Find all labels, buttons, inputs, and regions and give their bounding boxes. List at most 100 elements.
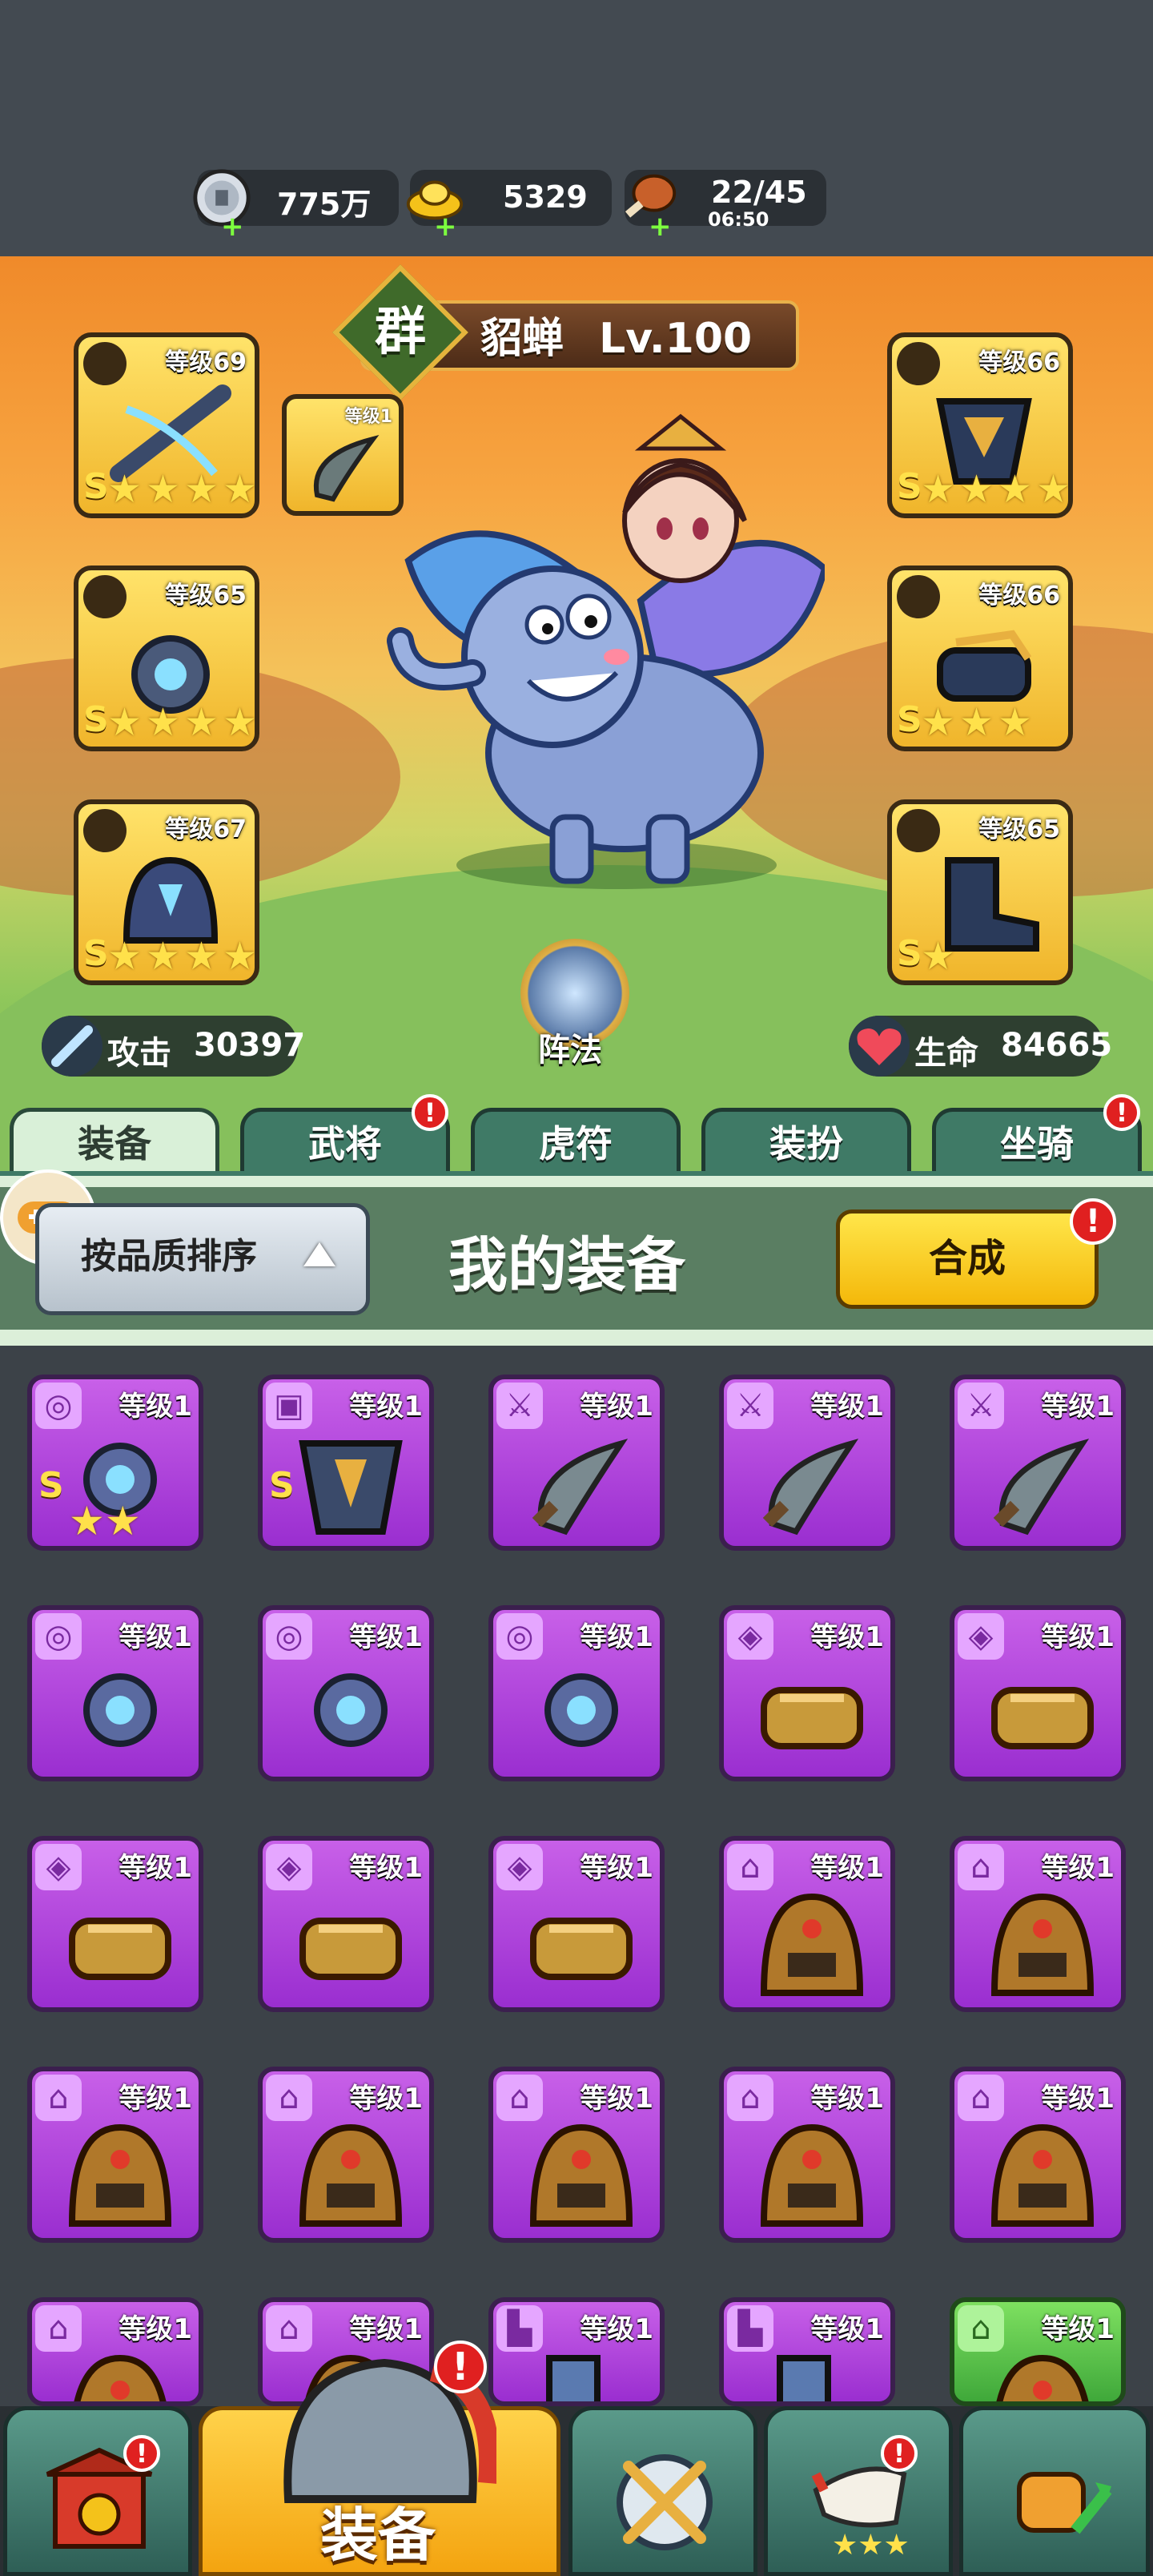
faction-label: 群 [375,303,426,362]
equip-slot-weapon[interactable]: 等级69 S ★ ★ ★ ★ [74,332,259,518]
item-level: 等级1 [349,1391,423,1423]
inventory-item-helmet[interactable]: ⌂ 等级1 [950,2067,1126,2243]
hero-name: 貂蝉 [480,315,564,363]
weapon-icon [762,1439,859,1536]
nav-equipment-label: 装备 [320,2502,436,2569]
star-rating: ★ [921,934,956,979]
inventory-item-helmet[interactable]: ⌂ 等级1 [488,2067,665,2243]
inventory-item-helmet[interactable]: ⌂ 等级1 [258,2067,434,2243]
star-rating: ★ ★ ★ ★ [921,467,1071,512]
nav-horn-button[interactable]: ★★★ [764,2406,953,2576]
inventory-item-helmet[interactable]: ⌂ 等级1 [950,2297,1126,2406]
crossed-swords-icon [617,2454,713,2550]
amulet-icon [544,1673,618,1747]
inventory-item-helmet[interactable]: ⌂ 等级1 [27,2297,203,2406]
equip-slot-helmet[interactable]: 等级67 S ★ ★ ★ ★ [74,799,259,985]
equip-slot-amulet[interactable]: 等级65 S ★ ★ ★ ★ [74,566,259,751]
slot-level: 等级66 [978,348,1060,376]
helmet-icon [996,2354,1089,2401]
merge-button[interactable]: 合成 [836,1210,1099,1309]
silver-value: 775万 [277,187,372,222]
resource-stamina[interactable]: + 22/45 06:50 [625,170,826,240]
bracer-icon [761,1687,863,1749]
inventory-item-amulet[interactable]: ◎ 等级1 S ★★ [27,1375,203,1551]
inventory-item-helmet[interactable]: ⌂ 等级1 [719,2067,895,2243]
hero-name-level: 貂蝉 Lv.100 [480,304,752,364]
horn-alert-icon: ! [881,2435,918,2472]
star-rating: ★ ★ ★ ★ [107,934,258,979]
equip-slot-secondary-weapon[interactable]: 等级1 [282,394,404,516]
helmet-icon [760,2123,864,2227]
item-level: 等级1 [1041,2083,1115,2115]
formation-label: 阵法 [538,1032,602,1069]
stamina-timer: 06:50 [708,208,769,231]
helmet-icon [529,2123,633,2227]
nav-battle-button[interactable] [568,2406,757,2576]
item-level: 等级1 [810,1391,884,1423]
add-stamina-icon[interactable]: + [649,213,673,240]
add-silver-icon[interactable]: + [221,213,245,240]
nav-upgrade-button[interactable] [959,2406,1150,2576]
add-gold-icon[interactable]: + [434,213,458,240]
inventory-item-bracer[interactable]: ◈ 等级1 [27,1836,203,2012]
star-rating: ★ ★ ★ ★ [107,700,258,745]
gold-value: 5329 [503,179,588,215]
resource-gold[interactable]: + 5329 [406,170,612,240]
svg-text:★★★: ★★★ [832,2529,910,2562]
heart-icon [849,1016,910,1077]
boots-icon [777,2355,831,2401]
resource-silver[interactable]: + 775万 [193,169,399,240]
inventory-item-weapon[interactable]: ⚔ 等级1 [488,1375,665,1551]
inventory-item-amulet[interactable]: ◎ 等级1 [488,1605,665,1781]
item-level: 等级1 [1041,1621,1115,1653]
item-level: 等级1 [580,2083,653,2115]
inventory-item-bracer[interactable]: ◈ 等级1 [950,1605,1126,1781]
inventory-item-boots[interactable]: ▙ 等级1 [719,2297,895,2406]
item-level: 等级1 [119,2313,192,2345]
nav-shop-button[interactable] [3,2406,192,2576]
armor-icon [299,1440,403,1535]
category-tabs: 装备 武将 虎符 装扮 坐骑 [0,1101,1153,1188]
inventory-item-weapon[interactable]: ⚔ 等级1 [950,1375,1126,1551]
hero-mount-sprite[interactable] [376,400,825,897]
item-level: 等级1 [810,2313,884,2345]
amulet-icon [83,1673,157,1747]
boots-icon [546,2355,601,2401]
bracer-icon [69,1918,171,1980]
helmet-icon [68,2123,172,2227]
inventory-item-helmet[interactable]: ⌂ 等级1 [950,1836,1126,2012]
bracer-icon [530,1918,633,1980]
item-level: 等级1 [349,1852,423,1884]
inventory-item-helmet[interactable]: ⌂ 等级1 [719,1836,895,2012]
inventory-item-armor[interactable]: ▣ 等级1 S [258,1375,434,1551]
stamina-value: 22/45 [711,175,807,210]
mount-alert-icon: ! [1103,1094,1140,1131]
inventory-item-boots[interactable]: ▙ 等级1 [488,2297,665,2406]
sort-by-quality-button[interactable]: 按品质排序 [35,1203,370,1315]
inventory-item-amulet[interactable]: ◎ 等级1 [258,1605,434,1781]
hp-value: 84665 [1001,1027,1113,1064]
inventory-item-bracer[interactable]: ◈ 等级1 [258,1836,434,2012]
item-level: 等级1 [810,1852,884,1884]
equip-slot-bracer[interactable]: 等级66 S ★ ★ ★ [887,566,1073,751]
inventory-item-bracer[interactable]: ◈ 等级1 [488,1836,665,2012]
slot-level: 等级65 [165,582,247,610]
helmet-icon [990,2123,1095,2227]
inventory-item-helmet[interactable]: ⌂ 等级1 [27,2067,203,2243]
item-level: 等级1 [580,1852,653,1884]
star-rating: ★★ [69,1498,141,1544]
attack-value: 30397 [194,1027,306,1064]
sort-label: 按品质排序 [81,1236,257,1277]
grade-s-label: S [897,699,922,740]
hp-label: 生命 [914,1035,978,1072]
equip-slot-boots[interactable]: 等级65 S ★ [887,799,1073,985]
inventory-item-weapon[interactable]: ⚔ 等级1 [719,1375,895,1551]
scimitar-icon [313,435,380,502]
inventory-item-amulet[interactable]: ◎ 等级1 [27,1605,203,1781]
inventory-item-bracer[interactable]: ◈ 等级1 [719,1605,895,1781]
helmet-icon [760,1893,864,1996]
item-level: 等级1 [119,2083,192,2115]
item-level: 等级1 [349,1621,423,1653]
slot-level: 等级65 [978,815,1060,843]
equip-slot-armor[interactable]: 等级66 S ★ ★ ★ ★ [887,332,1073,518]
